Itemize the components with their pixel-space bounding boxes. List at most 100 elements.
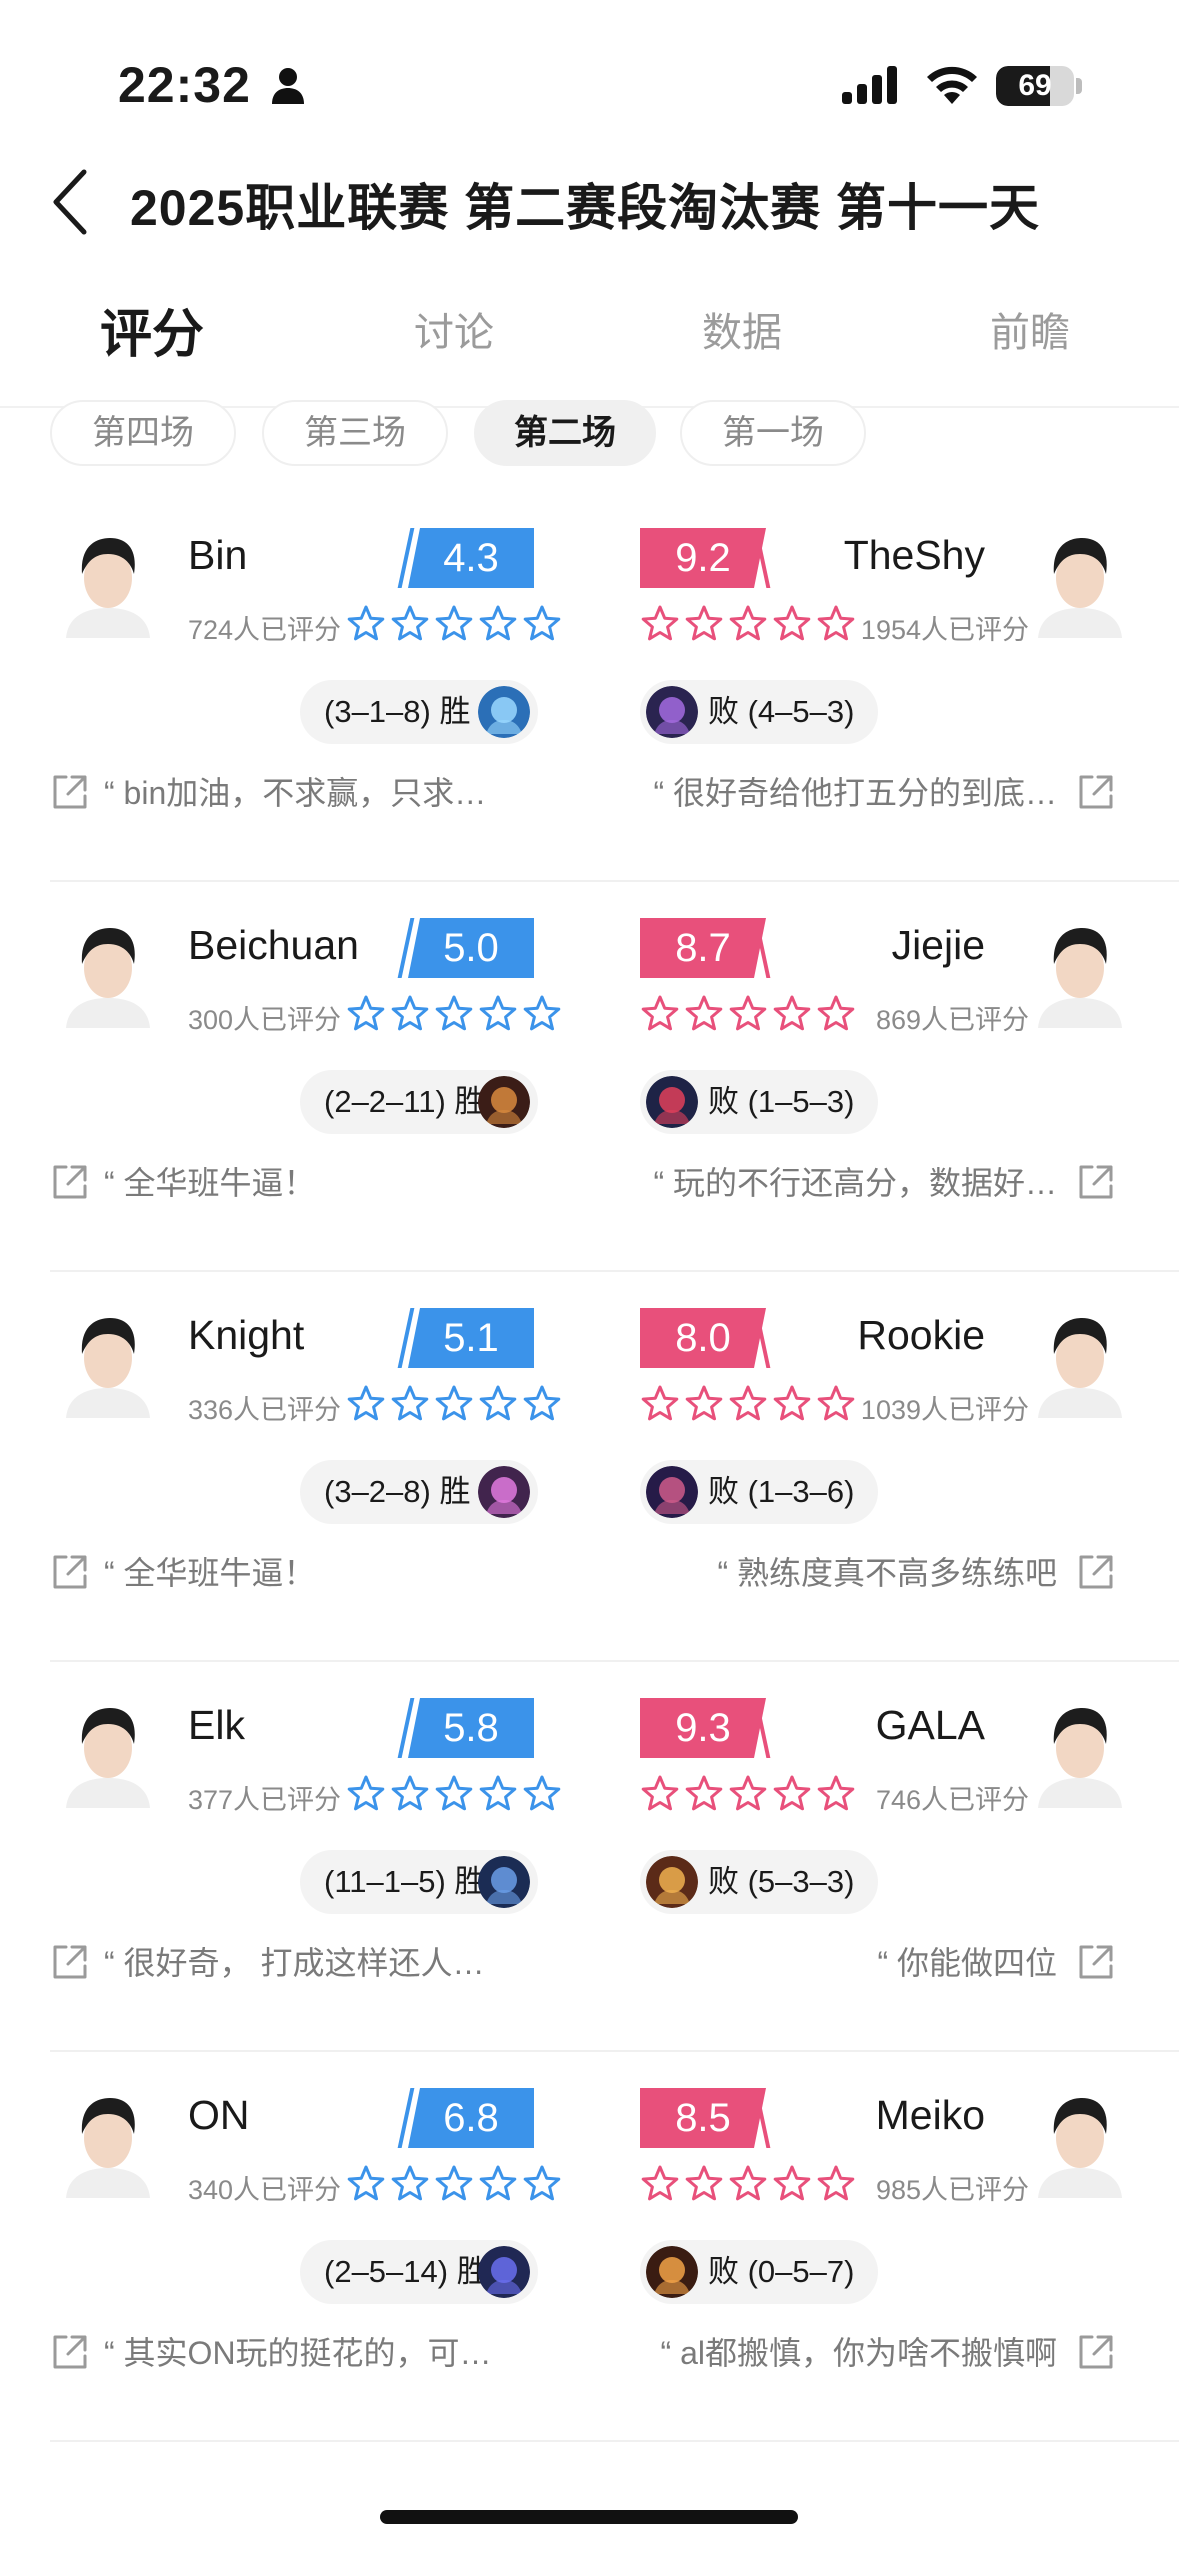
tab-preview[interactable]: 前瞻 [990, 300, 1070, 358]
star-outline-icon[interactable] [772, 604, 812, 644]
star-outline-icon[interactable] [346, 1384, 386, 1424]
share-icon[interactable] [1076, 1942, 1116, 1982]
tab-rating[interactable]: 评分 [100, 292, 204, 367]
share-icon[interactable] [50, 1552, 90, 1592]
star-outline-icon[interactable] [434, 994, 474, 1034]
star-outline-icon[interactable] [478, 1774, 518, 1814]
star-outline-icon[interactable] [346, 604, 386, 644]
star-outline-icon[interactable] [772, 1774, 812, 1814]
star-outline-icon[interactable] [434, 604, 474, 644]
star-outline-icon[interactable] [478, 1384, 518, 1424]
tab-data[interactable]: 数据 [702, 300, 782, 358]
rating-stars[interactable] [640, 2164, 856, 2204]
game-result-pill[interactable]: (11–1–5) 胜 [300, 1850, 538, 1914]
star-outline-icon[interactable] [728, 994, 768, 1034]
player-avatar[interactable] [1030, 1300, 1130, 1418]
star-outline-icon[interactable] [772, 1384, 812, 1424]
player-avatar[interactable] [58, 1300, 158, 1418]
star-outline-icon[interactable] [522, 1384, 562, 1424]
star-outline-icon[interactable] [522, 994, 562, 1034]
star-outline-icon[interactable] [522, 1774, 562, 1814]
star-outline-icon[interactable] [346, 994, 386, 1034]
share-icon[interactable] [1076, 772, 1116, 812]
player-avatar[interactable] [1030, 910, 1130, 1028]
game-result-pill[interactable]: 败 (0–5–7) [640, 2240, 878, 2304]
share-icon[interactable] [50, 2332, 90, 2372]
rating-stars[interactable] [346, 2164, 562, 2204]
star-outline-icon[interactable] [640, 2164, 680, 2204]
star-outline-icon[interactable] [684, 994, 724, 1034]
game-result-pill[interactable]: 败 (4–5–3) [640, 680, 878, 744]
star-outline-icon[interactable] [816, 1774, 856, 1814]
rating-stars[interactable] [640, 1384, 856, 1424]
star-outline-icon[interactable] [684, 604, 724, 644]
game-result-pill[interactable]: 败 (1–5–3) [640, 1070, 878, 1134]
game-result-pill[interactable]: (2–5–14) 胜 [300, 2240, 538, 2304]
player-avatar[interactable] [58, 2080, 158, 2198]
star-outline-icon[interactable] [640, 604, 680, 644]
share-icon[interactable] [50, 1942, 90, 1982]
star-outline-icon[interactable] [346, 2164, 386, 2204]
rating-stars[interactable] [346, 1384, 562, 1424]
game-result-pill[interactable]: (3–2–8) 胜 [300, 1460, 538, 1524]
share-icon[interactable] [50, 1162, 90, 1202]
star-outline-icon[interactable] [728, 1774, 768, 1814]
star-outline-icon[interactable] [728, 2164, 768, 2204]
star-outline-icon[interactable] [728, 1384, 768, 1424]
game-result-pill[interactable]: 败 (1–3–6) [640, 1460, 878, 1524]
player-avatar[interactable] [58, 520, 158, 638]
share-icon[interactable] [50, 772, 90, 812]
chip-game-1[interactable]: 第一场 [680, 400, 866, 466]
star-outline-icon[interactable] [640, 1384, 680, 1424]
star-outline-icon[interactable] [684, 2164, 724, 2204]
game-result-pill[interactable]: 败 (5–3–3) [640, 1850, 878, 1914]
star-outline-icon[interactable] [728, 604, 768, 644]
star-outline-icon[interactable] [390, 994, 430, 1034]
star-outline-icon[interactable] [390, 1774, 430, 1814]
player-avatar[interactable] [58, 1690, 158, 1808]
share-icon[interactable] [1076, 1162, 1116, 1202]
rating-stars[interactable] [640, 604, 856, 644]
star-outline-icon[interactable] [478, 604, 518, 644]
star-outline-icon[interactable] [522, 604, 562, 644]
star-outline-icon[interactable] [434, 1384, 474, 1424]
star-outline-icon[interactable] [434, 2164, 474, 2204]
star-outline-icon[interactable] [390, 2164, 430, 2204]
star-outline-icon[interactable] [772, 2164, 812, 2204]
back-chevron-icon[interactable] [44, 164, 98, 240]
rating-stars[interactable] [640, 1774, 856, 1814]
star-outline-icon[interactable] [434, 1774, 474, 1814]
chip-game-2[interactable]: 第二场 [474, 400, 656, 466]
chip-game-4[interactable]: 第四场 [50, 400, 236, 466]
rating-stars[interactable] [346, 994, 562, 1034]
star-outline-icon[interactable] [816, 1384, 856, 1424]
chip-game-3[interactable]: 第三场 [262, 400, 448, 466]
star-outline-icon[interactable] [346, 1774, 386, 1814]
star-outline-icon[interactable] [816, 2164, 856, 2204]
star-outline-icon[interactable] [816, 994, 856, 1034]
star-outline-icon[interactable] [640, 1774, 680, 1814]
star-outline-icon[interactable] [684, 1774, 724, 1814]
star-outline-icon[interactable] [772, 994, 812, 1034]
star-outline-icon[interactable] [640, 994, 680, 1034]
player-name: Jiejie [891, 922, 985, 968]
tab-discussion[interactable]: 讨论 [414, 300, 494, 358]
player-avatar[interactable] [1030, 520, 1130, 638]
star-outline-icon[interactable] [522, 2164, 562, 2204]
star-outline-icon[interactable] [390, 1384, 430, 1424]
star-outline-icon[interactable] [478, 2164, 518, 2204]
player-avatar[interactable] [1030, 1690, 1130, 1808]
star-outline-icon[interactable] [684, 1384, 724, 1424]
player-avatar[interactable] [1030, 2080, 1130, 2198]
star-outline-icon[interactable] [816, 604, 856, 644]
share-icon[interactable] [1076, 1552, 1116, 1592]
rating-stars[interactable] [346, 1774, 562, 1814]
share-icon[interactable] [1076, 2332, 1116, 2372]
rating-stars[interactable] [640, 994, 856, 1034]
star-outline-icon[interactable] [390, 604, 430, 644]
player-avatar[interactable] [58, 910, 158, 1028]
game-result-pill[interactable]: (3–1–8) 胜 [300, 680, 538, 744]
rating-stars[interactable] [346, 604, 562, 644]
game-result-pill[interactable]: (2–2–11) 胜 [300, 1070, 538, 1134]
star-outline-icon[interactable] [478, 994, 518, 1034]
